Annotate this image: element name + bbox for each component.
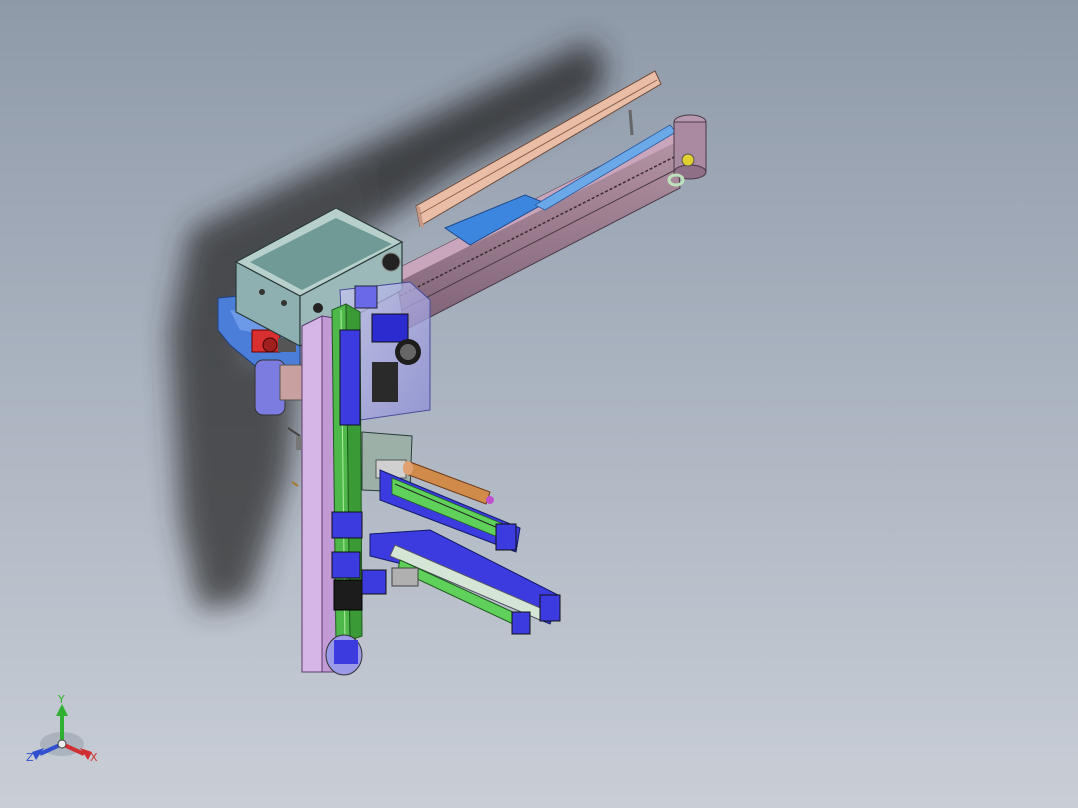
orientation-triad[interactable]: Y X Z (22, 692, 112, 772)
cad-viewport[interactable]: Y X Z (0, 0, 1078, 808)
x-axis-label: X (90, 751, 98, 764)
y-axis-label: Y (58, 693, 65, 706)
cad-model-view[interactable] (0, 0, 1078, 808)
z-axis-label: Z (26, 751, 34, 764)
vertical-column[interactable] (301, 303, 363, 676)
triad-graphic (32, 704, 92, 760)
beam-end-cap (667, 114, 707, 187)
